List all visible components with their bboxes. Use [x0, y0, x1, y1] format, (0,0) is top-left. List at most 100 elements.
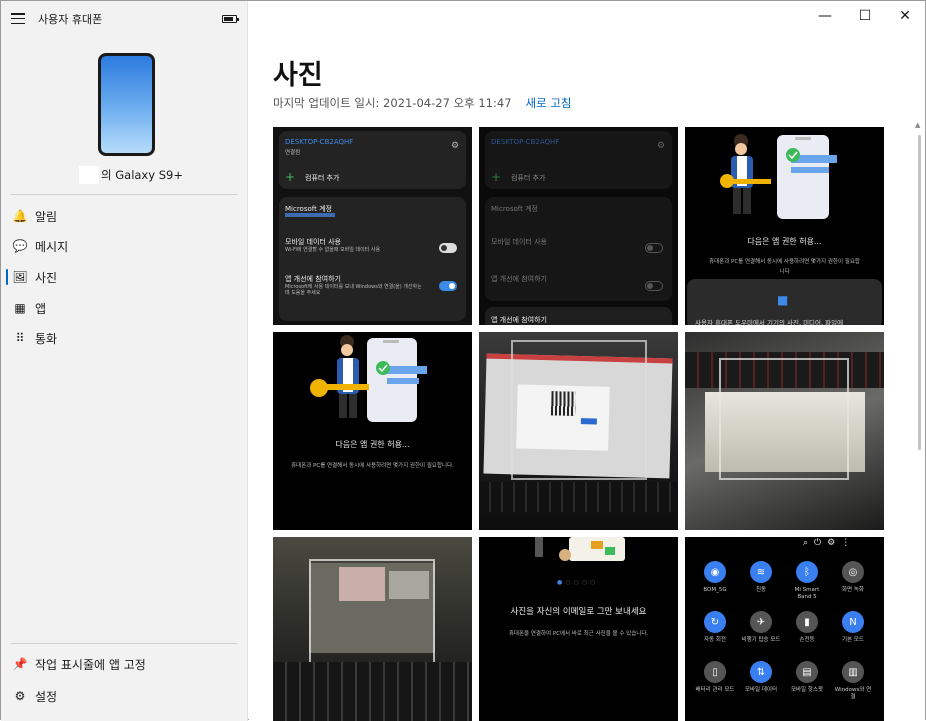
refresh-link[interactable]: 새로 고침 — [526, 95, 572, 111]
photo-grid: DESKTOP-CB2AQHF 연결됨 ⚙ + 컴퓨터 추가 Microsoft… — [273, 127, 884, 721]
improve-desc: Microsoft에 사용 데이터를 보내 Windows와 연결(을) 개선하… — [285, 284, 422, 296]
settings-card: Microsoft 계정 모바일 데이터 사용 앱 개선에 참여하기 — [485, 197, 672, 301]
sidebar: 사용자 휴대폰 의 Galaxy S9+ 🔔 알림 💬 메시지 🖼 사진 ▦ 앱… — [1, 1, 248, 721]
quick-setting-label: 배터리 관리 모드 — [695, 687, 735, 693]
scroll-up-arrow-icon[interactable]: ▲ — [915, 121, 920, 129]
gear-icon: ⚙ — [657, 141, 666, 151]
app-window: 사용자 휴대폰 의 Galaxy S9+ 🔔 알림 💬 메시지 🖼 사진 ▦ 앱… — [0, 0, 926, 721]
redacted-owner-name — [79, 166, 99, 184]
focus-frame — [511, 340, 647, 480]
maximize-button[interactable]: ☐ — [845, 1, 885, 31]
pc-name: DESKTOP-CB2AQHF — [491, 138, 560, 146]
quick-setting-label: Windows와 연결 — [834, 687, 872, 700]
permission-title: 다음은 앱 권한 허용... — [747, 237, 822, 246]
sidebar-divider — [11, 643, 237, 644]
settings-label: 설정 — [35, 689, 58, 704]
gear-icon: ⚙ — [451, 141, 460, 151]
promo-illustration — [535, 537, 625, 561]
redacted-email — [285, 213, 335, 217]
pin-to-taskbar-button[interactable]: 📌 작업 표시줄에 앱 고정 — [1, 649, 248, 679]
hotspot-icon: ▤ — [796, 661, 818, 683]
close-button[interactable]: ✕ — [885, 1, 925, 31]
main-pane: — ☐ ✕ 사진 마지막 업데이트 일시: 2021-04-27 오후 11:4… — [249, 1, 925, 721]
quick-settings-top-icons: ⌕⏻⚙⋮ — [803, 538, 857, 548]
mobile-data-toggle — [645, 243, 663, 253]
scrollbar-thumb[interactable] — [918, 135, 921, 450]
quick-setting-label: BOM_5G — [703, 587, 727, 593]
permission-title: 다음은 앱 권한 허용... — [335, 440, 410, 449]
mobile-data-toggle — [439, 243, 457, 253]
improve-toggle — [645, 281, 663, 291]
pc-status: 연결됨 — [285, 150, 301, 156]
quick-setting-label: 모바일 핫스팟 — [790, 687, 824, 693]
screen-record-icon: ◎ — [842, 561, 864, 583]
flashlight-icon: ▮ — [796, 611, 818, 633]
pc-name: DESKTOP-CB2AQHF — [285, 138, 354, 146]
photo-thumbnail[interactable] — [685, 332, 884, 530]
mobile-data-desc: Wi-Fi에 연결할 수 없을때 모바일 데이터 사용 — [285, 247, 381, 253]
promo-desc: 휴대폰을 연결하여 PC에서 바로 최근 사진을 볼 수 있습니다. — [508, 631, 649, 637]
permission-illustration — [310, 335, 427, 422]
photo-thumbnail[interactable]: DESKTOP-CB2AQHF ⚙ + 컴퓨터 추가 Microsoft 계정 … — [479, 127, 678, 325]
phone-illustration — [98, 53, 155, 156]
sidebar-divider — [11, 194, 237, 195]
sidebar-item-notifications[interactable]: 🔔 알림 — [1, 201, 248, 231]
folder-icon: ■ — [777, 293, 789, 307]
mobile-data-title: 모바일 데이터 사용 — [285, 238, 341, 246]
promo-title: 사진을 자신의 이메일로 그만 보내세요 — [510, 607, 647, 617]
nfc-icon: N — [842, 611, 864, 633]
bell-icon: 🔔 — [12, 209, 28, 223]
photo-thumbnail[interactable]: ●○○○○ 사진을 자신의 이메일로 그만 보내세요 휴대폰을 연결하여 PC에… — [479, 537, 678, 721]
sidebar-item-apps[interactable]: ▦ 앱 — [1, 293, 248, 323]
quick-setting-label: 모바일 데이터 — [744, 687, 778, 693]
pin-icon: 📌 — [12, 657, 28, 671]
window-controls: — ☐ ✕ — [805, 1, 925, 31]
quick-setting-label: 손전등 — [799, 637, 815, 643]
plus-icon: + — [491, 170, 502, 184]
dialpad-icon: ⠿ — [15, 331, 25, 345]
permission-illustration — [720, 134, 837, 219]
link-windows-icon: ▥ — [842, 661, 864, 683]
sidebar-item-calls[interactable]: ⠿ 통화 — [1, 323, 248, 353]
sidebar-item-messages[interactable]: 💬 메시지 — [1, 231, 248, 261]
carousel-dots: ●○○○○ — [557, 579, 599, 586]
photo-thumbnail[interactable] — [479, 332, 678, 530]
bottom-card: 앱 개선에 참여하기 — [485, 307, 672, 325]
minimize-button[interactable]: — — [805, 1, 845, 31]
rotate-icon: ↻ — [704, 611, 726, 633]
hamburger-menu-icon[interactable] — [11, 13, 25, 24]
account-title: Microsoft 계정 — [491, 205, 538, 213]
gear-icon: ⚙ — [14, 689, 26, 703]
sidebar-header: 사용자 휴대폰 — [1, 1, 248, 37]
photo-thumbnail[interactable]: ⌕⏻⚙⋮ ◉ BOM_5G ≋ 진동 ᛒ Mi Smart Band 5 ◎ 화면 녹화 ↻ 자동… — [685, 537, 884, 721]
sidebar-item-label: 통화 — [35, 331, 58, 346]
quick-setting-label: 비행기 탑승 모드 — [741, 637, 781, 643]
focus-frame — [719, 358, 849, 480]
mobile-data-title: 모바일 데이터 사용 — [491, 238, 547, 246]
improve-title: 앱 개선에 참여하기 — [491, 275, 547, 283]
photo-thumbnail[interactable]: 다음은 앱 권한 허용... 휴대폰과 PC를 연결해서 동시에 사용하려면 몇… — [273, 332, 472, 530]
keyboard-photo — [479, 482, 678, 512]
photo-thumbnail[interactable] — [273, 537, 472, 721]
settings-card: Microsoft 계정 모바일 데이터 사용 Wi-Fi에 연결할 수 없을때… — [279, 197, 466, 321]
vibrate-icon: ≋ — [750, 561, 772, 583]
device-name-row: 의 Galaxy S9+ — [79, 166, 183, 184]
sidebar-item-label: 앱 — [35, 301, 47, 316]
permission-desc: 휴대폰과 PC를 연결해서 동시에 사용하려면 몇가지 권한이 필요합니다. — [291, 463, 454, 469]
sidebar-item-photos[interactable]: 🖼 사진 — [1, 262, 248, 292]
permission-banner: ■ 사용자 휴대폰 도우미에서 기기의 사진, 미디어, 파일에 — [687, 279, 882, 325]
pc-card: DESKTOP-CB2AQHF ⚙ + 컴퓨터 추가 — [485, 131, 672, 189]
quick-setting-label: 화면 녹화 — [842, 587, 864, 593]
pin-to-taskbar-label: 작업 표시줄에 앱 고정 — [35, 657, 146, 672]
improve-toggle — [439, 281, 457, 291]
settings-button[interactable]: ⚙ 설정 — [1, 681, 248, 711]
add-pc-label: 컴퓨터 추가 — [305, 174, 340, 182]
device-name: 의 Galaxy S9+ — [101, 168, 183, 182]
improve-title: 앱 개선에 참여하기 — [285, 275, 341, 283]
photo-thumbnail[interactable]: DESKTOP-CB2AQHF 연결됨 ⚙ + 컴퓨터 추가 Microsoft… — [273, 127, 472, 325]
battery-icon — [222, 15, 239, 23]
photo-thumbnail[interactable]: 다음은 앱 권한 허용... 휴대폰과 PC를 연결해서 동시에 사용하려면 몇… — [685, 127, 884, 325]
photos-icon: 🖼 — [12, 270, 28, 284]
message-icon: 💬 — [12, 239, 28, 253]
bottom-card-title: 앱 개선에 참여하기 — [491, 316, 547, 324]
